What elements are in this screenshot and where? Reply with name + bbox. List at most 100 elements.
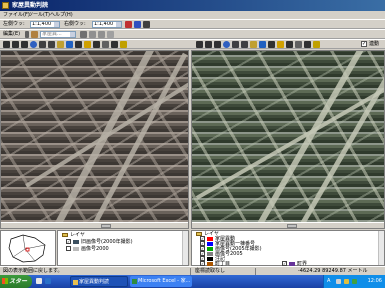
- delete-icon[interactable]: [98, 31, 105, 38]
- status-coords: -4624.29 89249.87 メートル: [298, 268, 368, 274]
- chevron-down-icon: [116, 22, 121, 27]
- layer-panel-left: レイヤ ✓ 旧画像号(2000年撮影) 画像号2000: [57, 230, 189, 266]
- menu-tools[interactable]: ツール(T): [28, 11, 50, 19]
- status-mode: 座標読取なし: [195, 268, 226, 274]
- back-icon-right[interactable]: [232, 41, 239, 48]
- swatch-icon: [207, 261, 213, 266]
- map-view-right[interactable]: [191, 50, 385, 229]
- edit-toolbar: 編集(E) 家屋異...: [0, 29, 385, 39]
- layer-select[interactable]: 家屋異...: [40, 31, 76, 38]
- select-arrow-icon[interactable]: [80, 31, 87, 38]
- edit-label[interactable]: 編集(E): [3, 31, 20, 38]
- scissors-icon[interactable]: [107, 31, 114, 38]
- left-scale-select[interactable]: 1:1,400: [30, 21, 60, 28]
- security-icon[interactable]: [352, 279, 357, 284]
- undo-icon[interactable]: [89, 31, 96, 38]
- clock[interactable]: 12:06: [368, 275, 382, 288]
- taskbar-item-label: 家屋異動判読: [79, 279, 110, 285]
- ie-icon[interactable]: [45, 278, 51, 284]
- select-icon[interactable]: [111, 41, 118, 48]
- start-button[interactable]: スタート: [0, 275, 32, 288]
- map-view-left[interactable]: [0, 50, 189, 229]
- identify-icon-right[interactable]: [295, 41, 302, 48]
- forward-icon[interactable]: [48, 41, 55, 48]
- status-bar: 図の表示範囲に戻します。 座標読取なし -4624.29 89249.87 メー…: [0, 266, 385, 275]
- app-icon: [73, 280, 78, 285]
- scroll-thumb[interactable]: [101, 224, 111, 228]
- chevron-down-icon: [54, 22, 59, 27]
- hand-icon[interactable]: [57, 41, 64, 48]
- full-extent-icon[interactable]: [143, 21, 150, 28]
- road: [195, 86, 384, 200]
- identify-icon[interactable]: [102, 41, 109, 48]
- star-icon[interactable]: [84, 41, 91, 48]
- globe-icon-right[interactable]: [223, 41, 230, 48]
- status-message: 図の表示範囲に戻します。: [3, 268, 63, 274]
- pencil-icon[interactable]: [31, 31, 38, 38]
- hand-icon-right[interactable]: [250, 41, 257, 48]
- status-divider: [190, 268, 191, 275]
- taskbar-item-label: Microsoft Excel - 家...: [138, 278, 191, 284]
- measure-icon-right[interactable]: [268, 41, 275, 48]
- zoom-in-icon[interactable]: [125, 21, 132, 28]
- zoom-out-tool-icon[interactable]: [21, 41, 28, 48]
- scale-toolbar: 左側ウッ: 1:1,400 右側ウッ: 1:1,400: [0, 19, 385, 29]
- horizontal-scrollbar-right[interactable]: [192, 222, 384, 228]
- vertical-scrollbar[interactable]: [378, 231, 384, 265]
- highlight-icon[interactable]: [120, 41, 127, 48]
- left-scale-label: 左側ウッ:: [3, 21, 25, 27]
- info-icon-right[interactable]: [259, 41, 266, 48]
- pan-icon-right[interactable]: [196, 41, 203, 48]
- menu-file[interactable]: ファイル(F): [3, 11, 30, 19]
- zoom-in-tool-icon-right[interactable]: [205, 41, 212, 48]
- layer-root[interactable]: レイヤ: [62, 232, 85, 238]
- system-tray: A 12:06: [323, 275, 385, 288]
- raster-swatch-icon: [73, 239, 79, 244]
- measure-icon[interactable]: [75, 41, 82, 48]
- road: [287, 54, 384, 228]
- taskbar: スタート 家屋異動判読 Microsoft Excel - 家... A 12:…: [0, 275, 385, 288]
- back-icon[interactable]: [39, 41, 46, 48]
- taskbar-item-app[interactable]: 家屋異動判読: [70, 276, 128, 287]
- sync-checkbox[interactable]: ✓: [361, 41, 367, 47]
- zoom-out-icon[interactable]: [134, 21, 141, 28]
- pan-icon[interactable]: [3, 41, 10, 48]
- layer-panel-right: レイヤ ✓ 家屋異動 ✓ 家屋異動一棟番号 ✓ 画像号(2005年撮影) ✓ 画像号20…: [191, 230, 385, 267]
- layer-checkbox[interactable]: ✓: [66, 239, 71, 244]
- overview-map[interactable]: [0, 230, 56, 266]
- forward-icon-right[interactable]: [241, 41, 248, 48]
- swatch-icon: [207, 241, 213, 246]
- edit-dropdown-icon[interactable]: [25, 31, 29, 38]
- folder-icon: [62, 232, 68, 237]
- layer-select-value: 家屋異...: [42, 31, 62, 37]
- horizontal-scrollbar-left[interactable]: [1, 222, 188, 228]
- select-icon-right[interactable]: [304, 41, 311, 48]
- zoom-out-tool-icon-right[interactable]: [214, 41, 221, 48]
- zoom-in-tool-icon[interactable]: [12, 41, 19, 48]
- nav-toolbar: ✓ 連動: [0, 39, 385, 49]
- scroll-thumb[interactable]: [287, 224, 297, 228]
- network-icon[interactable]: [336, 279, 341, 284]
- layer-item[interactable]: 画像号2000: [66, 246, 109, 252]
- chevron-down-icon: [70, 32, 75, 37]
- app-icon: [2, 2, 9, 9]
- show-desktop-icon[interactable]: [36, 278, 42, 284]
- title-bar[interactable]: 家屋異動判読: [0, 0, 385, 11]
- globe-icon[interactable]: [30, 41, 37, 48]
- crosshair-icon-right[interactable]: [286, 41, 293, 48]
- star-icon-right[interactable]: [277, 41, 284, 48]
- layer-checkbox[interactable]: [66, 246, 71, 251]
- volume-icon[interactable]: [344, 279, 349, 284]
- ime-indicator[interactable]: A: [327, 275, 330, 288]
- highlight-icon-right[interactable]: [313, 41, 320, 48]
- taskbar-item-excel[interactable]: Microsoft Excel - 家...: [130, 276, 192, 287]
- crosshair-icon[interactable]: [93, 41, 100, 48]
- left-scale-value: 1:1,400: [32, 21, 52, 27]
- info-icon[interactable]: [66, 41, 73, 48]
- swatch-icon: [207, 236, 213, 241]
- layer-item[interactable]: ✓ 旧画像号(2000年撮影): [66, 239, 133, 245]
- right-scale-select[interactable]: 1:1,400: [92, 21, 122, 28]
- window-title: 家屋異動判読: [12, 2, 49, 9]
- menu-help[interactable]: ヘルプ(H): [50, 11, 73, 19]
- vertical-scrollbar[interactable]: [182, 231, 188, 265]
